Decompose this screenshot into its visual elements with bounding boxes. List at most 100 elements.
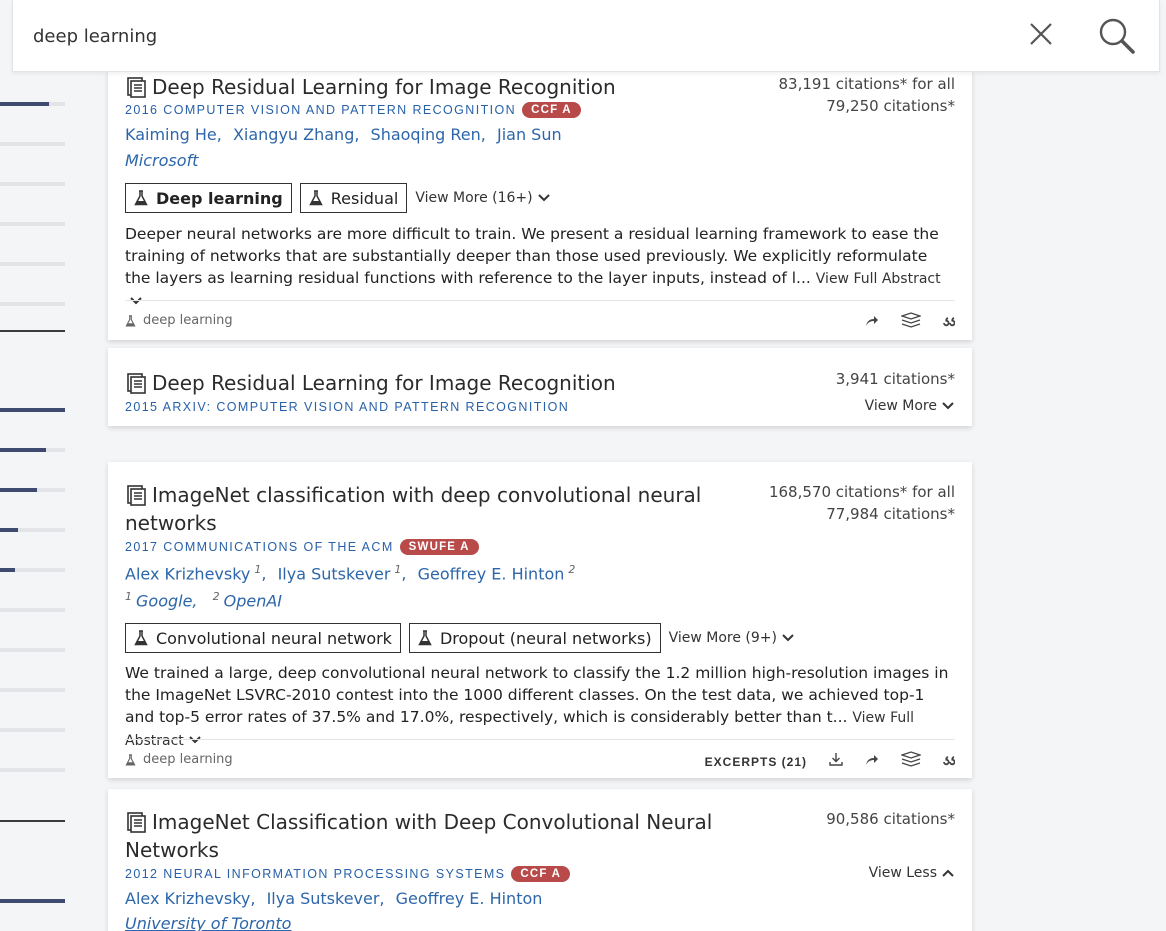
citation-count[interactable]: 83,191 citations* for all 79,250 citatio… [779, 73, 955, 117]
paper-title[interactable]: Deep Residual Learning for Image Recogni… [152, 369, 616, 397]
tag-label: Deep learning [156, 188, 283, 208]
paper-title-continued[interactable]: Networks [125, 836, 219, 864]
venue[interactable]: 2016 COMPUTER VISION AND PATTERN RECOGNI… [125, 103, 516, 117]
cite-button[interactable] [943, 753, 956, 771]
cite-button[interactable] [943, 314, 956, 332]
citation-count[interactable]: 90,586 citations* [826, 808, 955, 830]
view-less-label: View Less [868, 865, 937, 881]
facet-bar[interactable] [0, 488, 65, 492]
facet-fill [0, 568, 15, 572]
facet-bar[interactable] [0, 728, 65, 732]
affiliation[interactable]: Google [136, 591, 192, 610]
venue[interactable]: 2015 ARXIV: COMPUTER VISION AND PATTERN … [125, 400, 569, 414]
facet-fill [0, 899, 65, 903]
ranking-badge: CCF A [511, 866, 571, 882]
quote-icon [943, 755, 956, 765]
affiliation-index: 2 [212, 590, 220, 603]
share-icon [866, 315, 878, 326]
save-to-library-button[interactable] [899, 312, 923, 333]
facet-divider [0, 330, 65, 332]
facet-bar[interactable] [0, 262, 65, 266]
facet-bar[interactable] [0, 408, 65, 412]
facet-bar[interactable] [0, 182, 65, 186]
venue[interactable]: 2012 NEURAL INFORMATION PROCESSING SYSTE… [125, 867, 505, 881]
title-row: Deep Residual Learning for Image Recogni… [125, 369, 616, 397]
card-actions: EXCERPTS (21) [705, 751, 956, 772]
share-button[interactable] [865, 753, 879, 771]
facet-bar[interactable] [0, 528, 65, 532]
tag-deep-learning[interactable]: Deep learning [125, 183, 292, 213]
author-link[interactable]: Alex Krizhevsky [125, 889, 250, 908]
facet-bar[interactable] [0, 448, 65, 452]
tag-residual[interactable]: Residual [299, 183, 408, 213]
facet-bar[interactable] [0, 688, 65, 692]
author-link[interactable]: Ilya Sutskever [267, 889, 380, 908]
card-footer: deep learning [125, 300, 956, 340]
close-icon [1030, 23, 1052, 45]
title-row: ImageNet Classification with Deep Convol… [125, 808, 712, 836]
view-more-versions-button[interactable]: View More [865, 398, 955, 414]
author-link[interactable]: Alex Krizhevsky [125, 564, 250, 583]
ranking-badge: CCF A [522, 102, 581, 118]
ranking-badge: SWUFE A [399, 539, 479, 555]
clear-search-button[interactable] [1027, 20, 1055, 48]
author-link[interactable]: Xiangyu Zhang [233, 125, 354, 144]
citations: 3,941 citations* [835, 370, 955, 388]
facet-bar[interactable] [0, 222, 65, 226]
view-more-tags-button[interactable]: View More (9+) [669, 630, 795, 646]
facet-fill [0, 102, 49, 106]
flask-icon [125, 314, 136, 326]
facet-bar[interactable] [0, 102, 65, 106]
tag-list: Deep learning Residual View More (16+) [125, 183, 551, 213]
facet-bar[interactable] [0, 899, 65, 903]
facet-bar[interactable] [0, 648, 65, 652]
excerpts-button[interactable]: EXCERPTS (21) [705, 755, 807, 769]
author-link[interactable]: Jian Sun [497, 125, 562, 144]
tag-convolutional-neural-network[interactable]: Convolutional neural network [125, 623, 401, 653]
affiliation[interactable]: University of Toronto [125, 914, 291, 931]
download-button[interactable] [829, 752, 843, 771]
affiliation[interactable]: OpenAI [224, 591, 282, 610]
topic[interactable]: deep learning [125, 752, 233, 767]
view-more-tags-button[interactable]: View More (16+) [415, 190, 550, 206]
facet-bar[interactable] [0, 608, 65, 612]
view-more-label: View More (9+) [668, 630, 777, 646]
venue-line: 2012 NEURAL INFORMATION PROCESSING SYSTE… [125, 866, 571, 882]
search-button[interactable] [1097, 16, 1137, 56]
flask-icon [309, 190, 323, 206]
topic[interactable]: deep learning [125, 313, 233, 328]
document-icon [127, 485, 146, 506]
share-button[interactable] [865, 314, 879, 332]
facet-bar[interactable] [0, 302, 65, 306]
citation-count[interactable]: 168,570 citations* for all 77,984 citati… [769, 481, 955, 525]
paper-title[interactable]: Deep Residual Learning for Image Recogni… [152, 73, 616, 101]
author-link[interactable]: Kaiming He [125, 125, 217, 144]
facet-bar[interactable] [0, 142, 65, 146]
author-link[interactable]: Ilya Sutskever [278, 564, 391, 583]
affiliation[interactable]: Microsoft [125, 151, 198, 170]
download-icon [829, 753, 843, 766]
affiliations: 1 Google, 2 OpenAI [125, 590, 283, 611]
author-link[interactable]: Geoffrey E. Hinton [396, 889, 543, 908]
facet-bar[interactable] [0, 768, 65, 772]
search-input[interactable] [33, 22, 933, 50]
citation-count[interactable]: 3,941 citations* [836, 368, 955, 390]
title-row: Deep Residual Learning for Image Recogni… [125, 73, 616, 101]
author-link[interactable]: Geoffrey E. Hinton [418, 564, 565, 583]
card-footer: deep learning EXCERPTS (21) [125, 739, 956, 778]
facet-bar[interactable] [0, 568, 65, 572]
flask-icon [418, 630, 432, 646]
paper-title[interactable]: ImageNet classification with deep convol… [152, 481, 701, 509]
title-row: ImageNet classification with deep convol… [125, 481, 701, 509]
save-to-library-button[interactable] [899, 751, 923, 772]
authors: Alex Krizhevsky, Ilya Sutskever, Geoffre… [125, 889, 543, 908]
venue[interactable]: 2017 COMMUNICATIONS OF THE ACM [125, 540, 394, 554]
venue-line: 2016 COMPUTER VISION AND PATTERN RECOGNI… [125, 102, 581, 118]
tag-label: Residual [330, 188, 399, 208]
paper-title[interactable]: ImageNet Classification with Deep Convol… [152, 808, 712, 836]
paper-title-continued[interactable]: networks [125, 509, 217, 537]
result-card: ImageNet classification with deep convol… [108, 462, 972, 778]
author-link[interactable]: Shaoqing Ren [371, 125, 481, 144]
view-less-button[interactable]: View Less [869, 865, 955, 881]
tag-dropout[interactable]: Dropout (neural networks) [408, 623, 661, 653]
